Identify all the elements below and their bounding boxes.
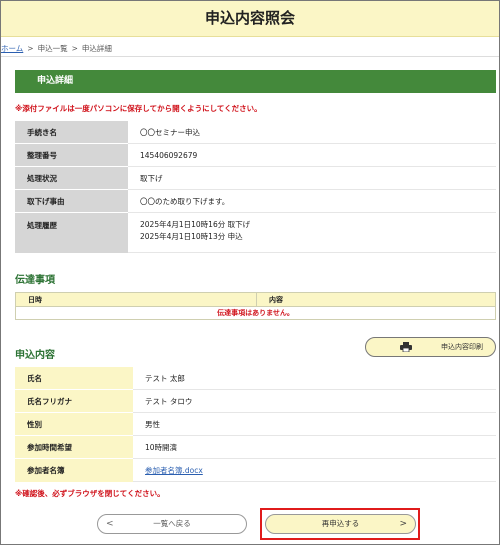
history-label: 処理履歴 [15, 212, 128, 253]
gender-value: 男性 [133, 412, 496, 436]
application-title: 申込内容 [15, 350, 55, 361]
procedure-name-label: 手続き名 [15, 120, 128, 144]
detail-section-header: 申込詳細 [15, 70, 496, 93]
participant-list-cell: 参加者名簿.docx [133, 458, 496, 482]
table-row: 氏名 テスト 太郎 [15, 366, 496, 390]
close-browser-notice: ※確認後、必ずブラウザを閉じてください。 [15, 489, 165, 498]
breadcrumb-list: 申込一覧 [37, 44, 68, 53]
table-header-row: 日時 内容 [15, 292, 496, 307]
participant-list-file-link[interactable]: 参加者名簿.docx [145, 466, 203, 475]
table-row: 性別 男性 [15, 412, 496, 436]
kana-label: 氏名フリガナ [15, 389, 133, 413]
status-value: 取下げ [128, 166, 496, 190]
breadcrumb-home-link[interactable]: ホーム [1, 44, 23, 53]
reapply-button-label: 再申込する [321, 519, 360, 528]
table-row: 整理番号 145406092679 [15, 143, 496, 167]
status-label: 処理状況 [15, 166, 128, 190]
attachment-notice: ※添付ファイルは一度パソコンに保存してから開くようにしてください。 [15, 104, 262, 113]
breadcrumb-separator: > [27, 44, 34, 53]
gender-label: 性別 [15, 412, 133, 436]
history-entry: 2025年4月1日10時13分 申込 [140, 231, 243, 241]
table-row: 手続き名 〇〇セミナー申込 [15, 120, 496, 144]
print-application-button[interactable]: 申込内容印刷 [365, 337, 496, 357]
reference-no-value: 145406092679 [128, 143, 496, 167]
reference-no-label: 整理番号 [15, 143, 128, 167]
time-label: 参加時間希望 [15, 435, 133, 459]
chevron-left-icon: < [106, 519, 114, 529]
detail-table: 手続き名 〇〇セミナー申込 整理番号 145406092679 処理状況 取下げ… [15, 120, 496, 253]
column-content: 内容 [256, 292, 496, 307]
messages-table: 日時 内容 伝達事項はありません。 [15, 292, 496, 320]
kana-value: テスト タロウ [133, 389, 496, 413]
page-title: 申込内容照会 [204, 9, 295, 27]
chevron-right-icon: > [399, 519, 407, 529]
table-row: 参加者名簿 参加者名簿.docx [15, 458, 496, 482]
divider [1, 56, 499, 57]
table-row: 参加時間希望 10時開演 [15, 435, 496, 459]
time-value: 10時開演 [133, 435, 496, 459]
procedure-name-value: 〇〇セミナー申込 [128, 120, 496, 144]
history-entry: 2025年4月1日10時16分 取下げ [140, 219, 251, 229]
withdraw-reason-label: 取下げ事由 [15, 189, 128, 213]
name-value: テスト 太郎 [133, 366, 496, 390]
page-header: 申込内容照会 [1, 1, 499, 37]
messages-title: 伝達事項 [15, 275, 55, 286]
reapply-button[interactable]: 再申込する > [265, 514, 416, 534]
printer-icon [400, 342, 412, 352]
breadcrumb-detail: 申込詳細 [81, 44, 112, 53]
history-value: 2025年4月1日10時16分 取下げ 2025年4月1日10時13分 申込 [128, 212, 496, 253]
withdraw-reason-value: 〇〇のため取り下げます。 [128, 189, 496, 213]
table-row: 氏名フリガナ テスト タロウ [15, 389, 496, 413]
back-button-label: 一覧へ戻る [153, 519, 191, 528]
table-row: 取下げ事由 〇〇のため取り下げます。 [15, 189, 496, 213]
name-label: 氏名 [15, 366, 133, 390]
print-button-label: 申込内容印刷 [441, 343, 483, 351]
breadcrumb: ホーム > 申込一覧 > 申込詳細 [1, 43, 112, 54]
table-row: 処理履歴 2025年4月1日10時16分 取下げ 2025年4月1日10時13分… [15, 212, 496, 253]
column-date: 日時 [15, 292, 257, 307]
back-to-list-button[interactable]: < 一覧へ戻る [97, 514, 247, 534]
table-row: 伝達事項はありません。 [15, 306, 496, 320]
table-row: 処理状況 取下げ [15, 166, 496, 190]
breadcrumb-separator: > [71, 44, 78, 53]
application-table: 氏名 テスト 太郎 氏名フリガナ テスト タロウ 性別 男性 参加時間希望 10… [15, 366, 496, 482]
no-messages-text: 伝達事項はありません。 [15, 306, 496, 320]
participant-list-label: 参加者名簿 [15, 458, 133, 482]
